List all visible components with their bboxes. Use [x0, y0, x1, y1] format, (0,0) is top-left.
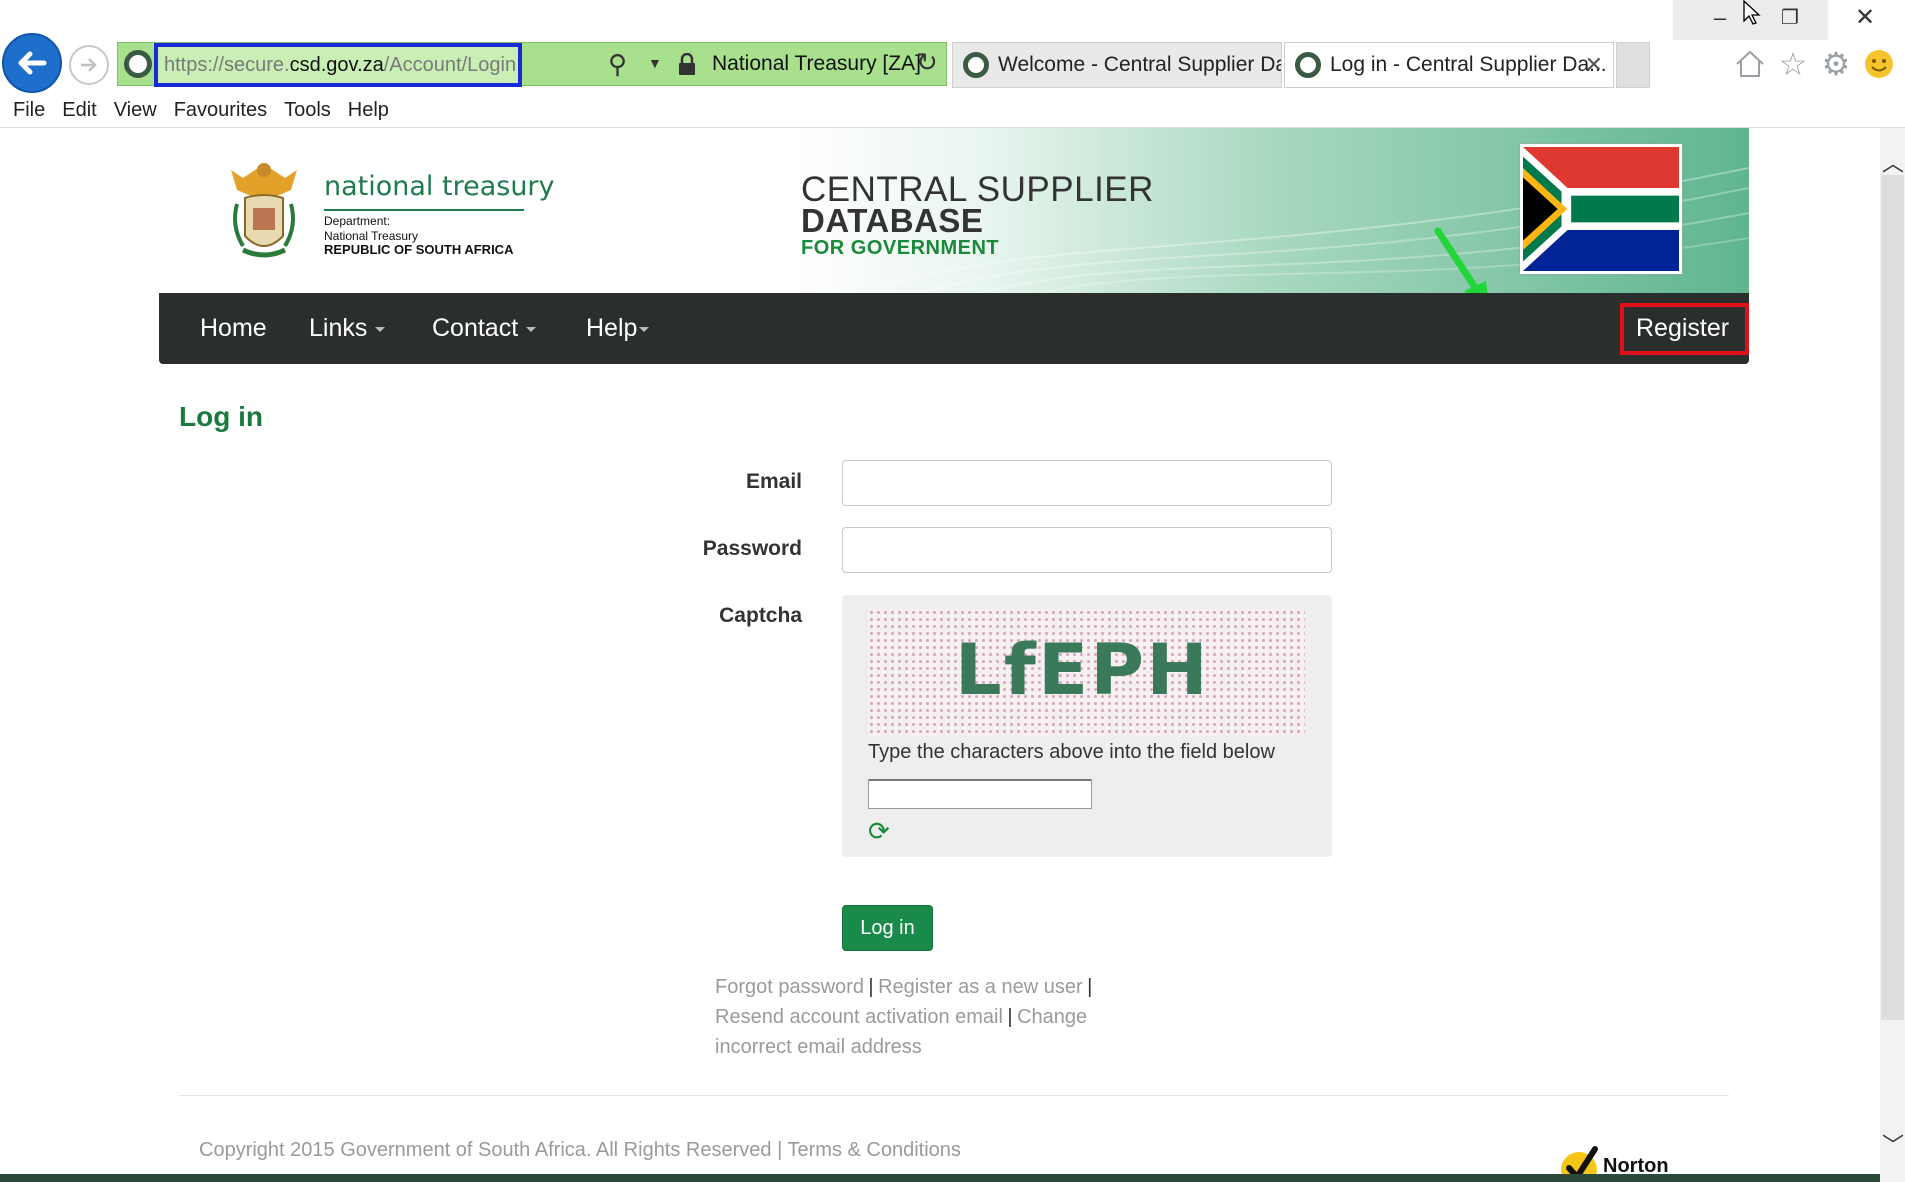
- back-arrow-icon: [18, 51, 47, 75]
- captcha-instructions: Type the characters above into the field…: [868, 741, 1275, 763]
- change-email-link-continued[interactable]: incorrect email address: [715, 1036, 922, 1058]
- url-field[interactable]: https://secure.csd.gov.za/Account/Login: [154, 43, 522, 87]
- captcha-label: Captcha: [719, 604, 802, 627]
- menu-favourites[interactable]: Favourites: [161, 94, 267, 128]
- nav-help[interactable]: Help: [586, 293, 650, 364]
- tab-label: Welcome - Central Supplier Da...: [998, 53, 1282, 76]
- home-icon[interactable]: [1730, 44, 1770, 84]
- minimize-button[interactable]: –: [1700, 0, 1740, 36]
- password-field[interactable]: [842, 527, 1332, 573]
- nav-login[interactable]: Log in: [1774, 293, 1842, 364]
- copyright-text: Copyright 2015 Government of South Afric…: [199, 1139, 772, 1161]
- nav-contact-label: Contact: [432, 314, 519, 342]
- national-treasury-title: national treasury: [324, 171, 555, 202]
- account-links: Forgot password | Register as a new user…: [715, 973, 1135, 1063]
- menu-tools[interactable]: Tools: [271, 94, 331, 128]
- bottom-edge-bar: [0, 1174, 1880, 1182]
- page-title: Log in: [179, 401, 263, 432]
- menu-bar: File Edit View Favourites Tools Help: [0, 94, 393, 128]
- new-tab-button[interactable]: [1616, 42, 1650, 88]
- chevron-down-icon: [639, 326, 650, 332]
- email-label: Email: [745, 470, 802, 493]
- captcha-input[interactable]: [868, 779, 1092, 809]
- refresh-icon[interactable]: ↻: [916, 47, 938, 78]
- lock-icon[interactable]: [678, 53, 696, 75]
- terms-link[interactable]: Terms & Conditions: [788, 1139, 961, 1161]
- scrollbar-thumb[interactable]: [1881, 175, 1904, 1020]
- department-label: Department:: [324, 214, 391, 228]
- scroll-down-icon[interactable]: ﹀: [1882, 1128, 1904, 1160]
- address-bar[interactable]: https://secure.csd.gov.za/Account/Login …: [117, 42, 947, 87]
- link-separator: |: [1007, 1006, 1013, 1028]
- captcha-refresh-icon[interactable]: ⟳: [868, 816, 890, 847]
- main-navbar: Home Links Contact Help Register Log in: [159, 293, 1842, 364]
- favorites-star-icon[interactable]: ☆: [1773, 44, 1813, 84]
- resend-activation-link[interactable]: Resend account activation email: [715, 1006, 1003, 1028]
- url-prefix: https://secure.: [164, 54, 290, 76]
- url-path: /Account/Login: [383, 54, 517, 76]
- change-email-link[interactable]: Change: [1017, 1006, 1087, 1028]
- site-header-banner: national treasury Department: National T…: [159, 128, 1749, 293]
- mouse-cursor-icon: [1743, 0, 1761, 25]
- nav-register[interactable]: Register: [1636, 293, 1729, 364]
- tab-welcome[interactable]: Welcome - Central Supplier Da...: [952, 42, 1282, 88]
- csd-title-line3: FOR GOVERNMENT: [801, 237, 1000, 259]
- certificate-label[interactable]: National Treasury [ZA]: [712, 43, 921, 85]
- dropdown-arrow-icon[interactable]: ▼: [648, 55, 662, 71]
- search-icon[interactable]: ⚲: [608, 49, 627, 80]
- password-label: Password: [702, 537, 802, 560]
- captcha-characters: LfEPH: [954, 629, 1210, 711]
- login-submit-button[interactable]: Log in: [842, 905, 933, 951]
- forgot-password-link[interactable]: Forgot password: [715, 976, 864, 998]
- footer: Copyright 2015 Government of South Afric…: [199, 1139, 961, 1162]
- chevron-down-icon: [526, 326, 537, 332]
- site-favicon-icon: [124, 50, 152, 78]
- back-button[interactable]: [2, 33, 62, 93]
- footer-separator: |: [777, 1139, 783, 1161]
- tab-favicon-icon: [1295, 52, 1321, 78]
- forward-button[interactable]: [69, 45, 109, 85]
- scroll-up-icon[interactable]: ︿: [1882, 146, 1904, 178]
- coat-of-arms-logo: [231, 163, 297, 258]
- nav-links[interactable]: Links: [309, 293, 386, 364]
- title-underline: [324, 209, 524, 211]
- menu-file[interactable]: File: [0, 94, 45, 128]
- register-new-user-link[interactable]: Register as a new user: [878, 976, 1083, 998]
- nav-contact[interactable]: Contact: [432, 293, 537, 364]
- tab-favicon-icon: [963, 52, 989, 78]
- close-tab-icon[interactable]: ✕: [1585, 43, 1603, 87]
- tab-login[interactable]: Log in - Central Supplier Da... ✕: [1284, 42, 1614, 88]
- menu-help[interactable]: Help: [335, 94, 389, 128]
- menu-edit[interactable]: Edit: [49, 94, 96, 128]
- department-name: National Treasury: [324, 229, 419, 243]
- south-africa-flag-icon: [1520, 144, 1682, 274]
- footer-divider: [179, 1095, 1729, 1096]
- menu-view[interactable]: View: [101, 94, 157, 128]
- forward-arrow-icon: [81, 58, 97, 72]
- email-field[interactable]: [842, 460, 1332, 506]
- nav-links-label: Links: [309, 314, 368, 342]
- link-separator: |: [868, 976, 874, 998]
- nav-help-label: Help: [586, 314, 638, 342]
- smiley-feedback-icon[interactable]: [1859, 44, 1899, 84]
- csd-title-line2: DATABASE: [801, 202, 984, 239]
- tab-label: Log in - Central Supplier Da...: [1330, 53, 1607, 76]
- nav-home[interactable]: Home: [200, 293, 267, 364]
- chevron-down-icon: [375, 326, 386, 332]
- country-name: REPUBLIC OF SOUTH AFRICA: [324, 242, 514, 257]
- link-separator: |: [1087, 976, 1093, 998]
- settings-gear-icon[interactable]: ⚙: [1816, 44, 1856, 84]
- url-domain: csd.gov.za: [289, 54, 384, 76]
- captcha-image: LfEPH: [868, 609, 1305, 736]
- close-window-button[interactable]: ✕: [1845, 0, 1885, 36]
- restore-button[interactable]: ❐: [1770, 0, 1810, 36]
- browser-chrome: https://secure.csd.gov.za/Account/Login …: [0, 0, 1905, 128]
